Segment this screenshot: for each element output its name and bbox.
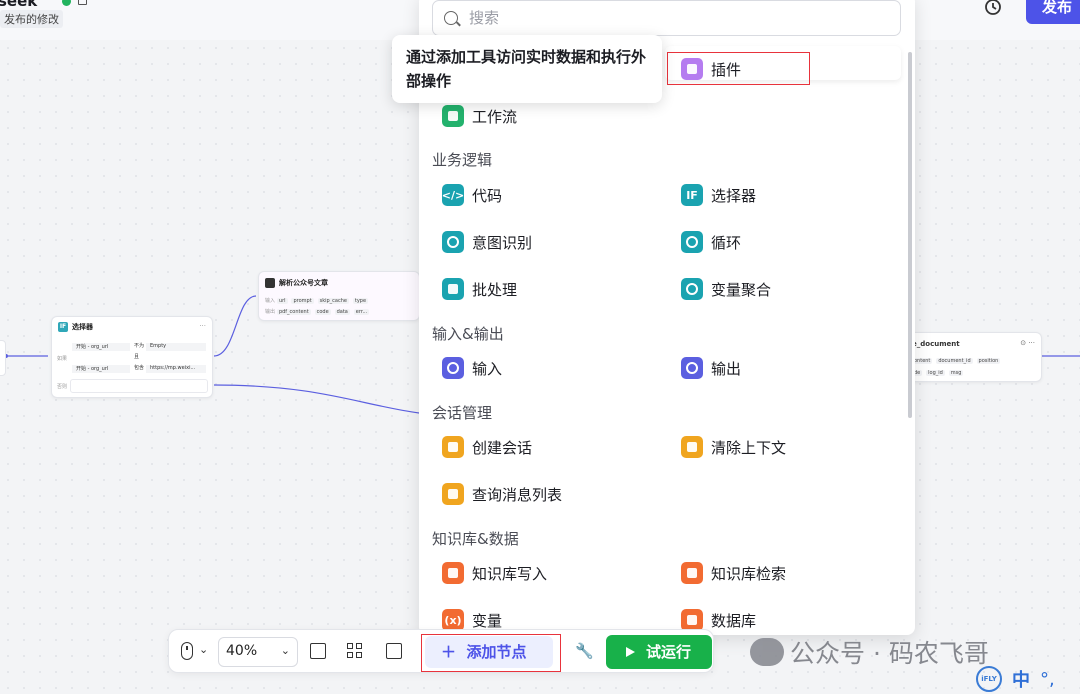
wechat-icon	[750, 638, 784, 666]
node-title: 选择器	[72, 323, 93, 331]
output-params: de log_id msg	[912, 370, 964, 376]
chat-list-icon	[442, 483, 464, 505]
if-icon: IF	[58, 322, 68, 332]
search-input[interactable]	[469, 5, 889, 31]
node-title: e_document	[912, 340, 960, 348]
parse-article-node[interactable]: 解析公众号文章 输入 url prompt skip_cache type 输出…	[258, 271, 420, 321]
node-item-intent[interactable]: 意图识别	[442, 229, 532, 255]
chevron-down-icon: ⌄	[280, 644, 290, 657]
aggregate-icon	[681, 278, 703, 300]
loop-icon	[681, 231, 703, 253]
else-box	[70, 379, 208, 393]
chat-clear-icon	[681, 436, 703, 458]
search-icon	[444, 11, 458, 25]
database-icon	[681, 609, 703, 631]
node-item-code[interactable]: </> 代码	[442, 182, 502, 208]
start-node[interactable]	[0, 340, 6, 376]
plugin-highlight-box	[667, 52, 810, 85]
input-params: 输入 url prompt skip_cache type	[265, 298, 369, 304]
input-icon	[442, 357, 464, 379]
node-item-loop[interactable]: 循环	[681, 229, 741, 255]
else-label: 否则	[57, 384, 68, 390]
variable-icon: (x)	[442, 609, 464, 631]
wrench-icon[interactable]: 🔧	[575, 642, 594, 660]
plugin-tooltip: 通过添加工具访问实时数据和执行外部操作	[392, 35, 662, 103]
node-item-workflow[interactable]: 工作流	[442, 103, 517, 129]
more-icon[interactable]: ⊙ ···	[1020, 339, 1035, 347]
document-node[interactable]: e_document ⊙ ··· ontent document_id posi…	[905, 332, 1042, 382]
ime-indicator[interactable]: iFLY 中 °,	[976, 666, 1055, 692]
add-node-highlight-box	[421, 634, 561, 672]
condition-row: 开始 - org_url 包含 https://mp.weixi...	[70, 363, 208, 373]
selector-node[interactable]: IF 选择器 ··· 如果 开始 - org_url 不为 Empty 且 开始…	[51, 316, 213, 398]
node-item-selector[interactable]: IF 选择器	[681, 182, 756, 208]
history-icon[interactable]	[982, 0, 1004, 18]
zoom-select[interactable]: 40% ⌄	[218, 637, 298, 667]
input-params: ontent document_id position	[912, 358, 1001, 364]
condition-connector: 且	[134, 354, 140, 360]
node-item-output[interactable]: 输出	[681, 355, 741, 381]
node-title: 解析公众号文章	[279, 279, 328, 287]
node-item-clear-context[interactable]: 清除上下文	[681, 434, 786, 460]
node-item-input[interactable]: 输入	[442, 355, 502, 381]
status-dot	[62, 0, 71, 6]
plugin-icon	[265, 278, 275, 288]
mouse-icon[interactable]	[181, 642, 193, 660]
search-box[interactable]	[432, 0, 901, 36]
panel-scrollbar[interactable]	[908, 52, 912, 418]
node-item-aggregate[interactable]: 变量聚合	[681, 276, 771, 302]
app-title: seek	[0, 0, 38, 10]
punctuation-icon: °,	[1040, 668, 1055, 690]
node-item-batch[interactable]: 批处理	[442, 276, 517, 302]
publish-button[interactable]: 发布	[1026, 0, 1080, 24]
layout-icon[interactable]	[347, 643, 363, 659]
kb-search-icon	[681, 562, 703, 584]
node-item-create-conversation[interactable]: 创建会话	[442, 434, 532, 460]
if-label: 如果	[57, 356, 68, 362]
unpublished-badge: 发布的修改	[0, 10, 63, 28]
lightbulb-icon	[442, 231, 464, 253]
test-run-button[interactable]: 试运行	[606, 635, 712, 669]
section-conversation: 会话管理	[432, 404, 493, 422]
watermark: 公众号 · 码农飞哥	[750, 634, 989, 670]
output-icon	[681, 357, 703, 379]
workflow-icon	[442, 105, 464, 127]
section-io: 输入&输出	[432, 325, 504, 343]
more-icon[interactable]: ···	[199, 322, 206, 330]
kb-write-icon	[442, 562, 464, 584]
section-knowledge: 知识库&数据	[432, 530, 519, 548]
node-item-kb-search[interactable]: 知识库检索	[681, 560, 786, 586]
section-logic: 业务逻辑	[432, 151, 493, 169]
condition-row: 开始 - org_url 不为 Empty	[70, 341, 208, 351]
output-params: 输出 pdf_content code data err...	[265, 309, 370, 315]
code-icon: </>	[442, 184, 464, 206]
node-item-kb-write[interactable]: 知识库写入	[442, 560, 547, 586]
chat-add-icon	[442, 436, 464, 458]
chevron-down-icon[interactable]: ⌄	[199, 643, 208, 656]
ime-language: 中	[1012, 670, 1030, 691]
node-item-message-list[interactable]: 查询消息列表	[442, 481, 562, 507]
layers-icon	[442, 278, 464, 300]
minimap-icon[interactable]	[386, 643, 402, 659]
ifly-icon: iFLY	[976, 666, 1002, 692]
if-icon: IF	[681, 184, 703, 206]
comment-icon[interactable]	[310, 643, 326, 659]
copy-icon[interactable]	[78, 0, 87, 5]
